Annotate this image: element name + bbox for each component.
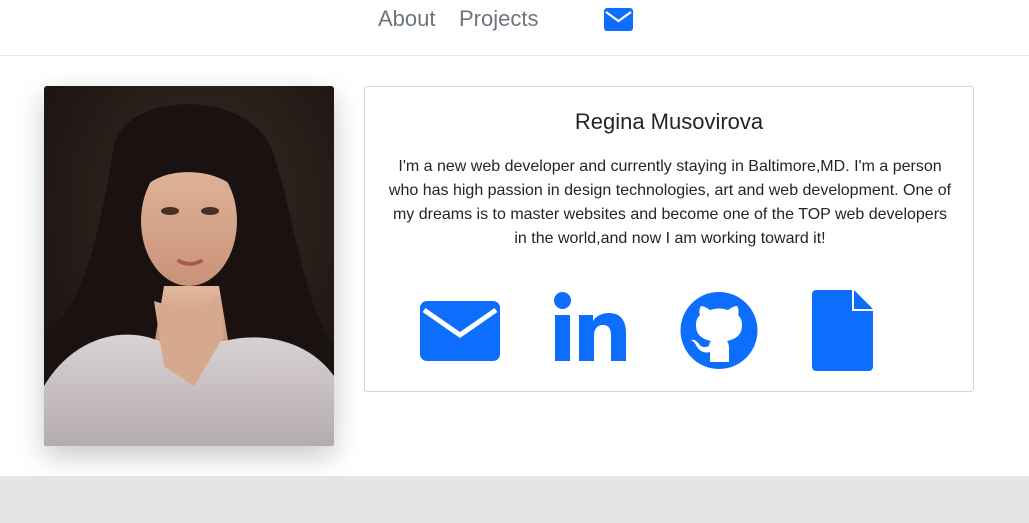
portrait-photo <box>44 86 334 446</box>
main-content: Regina Musovirova I'm a new web develope… <box>0 56 1029 476</box>
profile-photo <box>44 86 334 446</box>
github-link[interactable] <box>680 292 758 369</box>
profile-name: Regina Musovirova <box>574 109 764 134</box>
profile-bio: I'm a new web developer and currently st… <box>388 158 952 247</box>
top-navbar: About Projects <box>0 0 1029 56</box>
linkedin-link[interactable] <box>554 292 626 362</box>
resume-file-link[interactable] <box>812 290 873 371</box>
nav-link-projects[interactable]: Projects <box>459 4 538 34</box>
profile-card: Regina Musovirova I'm a new web develope… <box>364 86 974 392</box>
linkedin-icon <box>554 292 626 361</box>
github-icon <box>680 292 758 369</box>
envelope-icon <box>420 301 500 361</box>
email-link[interactable] <box>420 301 500 361</box>
file-icon <box>812 290 873 371</box>
envelope-icon <box>604 8 633 31</box>
nav-link-about[interactable]: About <box>378 4 436 34</box>
nav-envelope-icon[interactable] <box>604 8 633 31</box>
footer <box>0 476 1029 523</box>
